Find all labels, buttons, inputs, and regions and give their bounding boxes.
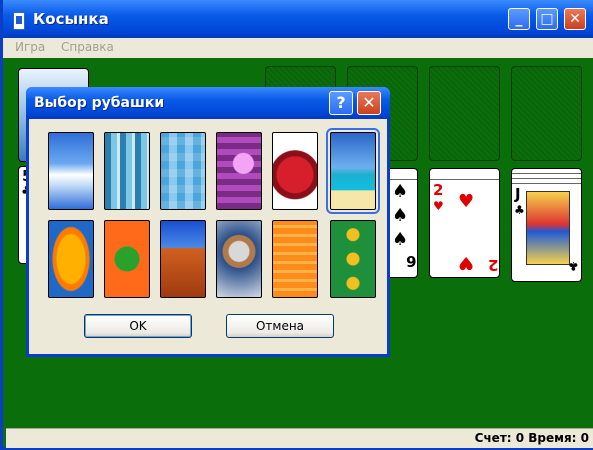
card-rank-bottom: 2 xyxy=(488,256,499,274)
window-title: Косынка xyxy=(33,10,109,28)
dialog-title: Выбор рубашки xyxy=(34,95,165,111)
card-back-purple-squares[interactable] xyxy=(216,132,262,210)
card-rank: 6 xyxy=(406,252,417,270)
card-rank: J xyxy=(515,185,521,203)
ok-button[interactable]: OK xyxy=(84,314,192,338)
menu-game[interactable]: Игра xyxy=(15,40,45,54)
close-button[interactable]: ✕ xyxy=(564,8,586,30)
help-button[interactable]: ? xyxy=(329,91,353,115)
heart-icon: ♥ xyxy=(458,252,475,273)
menu-bar: Игра Справка xyxy=(3,38,593,58)
card-back-red-rose[interactable] xyxy=(272,132,318,210)
foundation-slot-4[interactable] xyxy=(511,66,582,161)
tableau-card-jack-clubs[interactable]: J ♣ ♣ xyxy=(511,168,582,282)
card-back-blue-stripes[interactable] xyxy=(104,132,150,210)
card-back-clouds[interactable] xyxy=(48,132,94,210)
card-back-desert[interactable] xyxy=(160,220,206,298)
card-back-cars[interactable] xyxy=(330,220,376,298)
heart-icon: ♥ xyxy=(458,191,475,212)
tableau-card-two-hearts[interactable]: 2 ♥ ♥ ♥ 2 xyxy=(429,168,500,278)
card-back-fish[interactable] xyxy=(48,220,94,298)
card-back-blue-squares[interactable] xyxy=(160,132,206,210)
heart-icon: ♥ xyxy=(433,199,444,213)
dialog-close-button[interactable]: ✕ xyxy=(357,91,381,115)
card-back-grid xyxy=(29,119,387,299)
club-icon: ♣ xyxy=(568,259,579,273)
foundation-slot-3[interactable] xyxy=(429,66,500,161)
menu-help[interactable]: Справка xyxy=(61,40,114,54)
card-back-frog[interactable] xyxy=(104,220,150,298)
card-rank: 2 xyxy=(433,181,444,199)
card-back-palm-beach[interactable] xyxy=(326,128,380,214)
card-back-orange-lines[interactable] xyxy=(272,220,318,298)
spade-icon: ♠ xyxy=(392,229,409,250)
dialog-title-bar[interactable]: Выбор рубашки ? ✕ xyxy=(26,87,390,119)
card-back-astronaut[interactable] xyxy=(216,220,262,298)
spade-icon: ♠ xyxy=(392,205,409,226)
maximize-button[interactable]: □ xyxy=(536,8,558,30)
app-icon xyxy=(13,12,25,30)
jack-portrait xyxy=(526,191,570,265)
minimize-button[interactable]: _ xyxy=(508,8,530,30)
spade-icon: ♠ xyxy=(392,181,409,202)
cancel-button[interactable]: Отмена xyxy=(226,314,334,338)
status-bar: Счет: 0 Время: 0 xyxy=(6,428,593,448)
title-bar[interactable]: Косынка _ □ ✕ xyxy=(3,0,593,38)
club-icon: ♣ xyxy=(514,203,525,217)
score-time-text: Счет: 0 Время: 0 xyxy=(474,431,589,445)
card-back-dialog: Выбор рубашки ? ✕ OK Отмена xyxy=(26,87,390,357)
